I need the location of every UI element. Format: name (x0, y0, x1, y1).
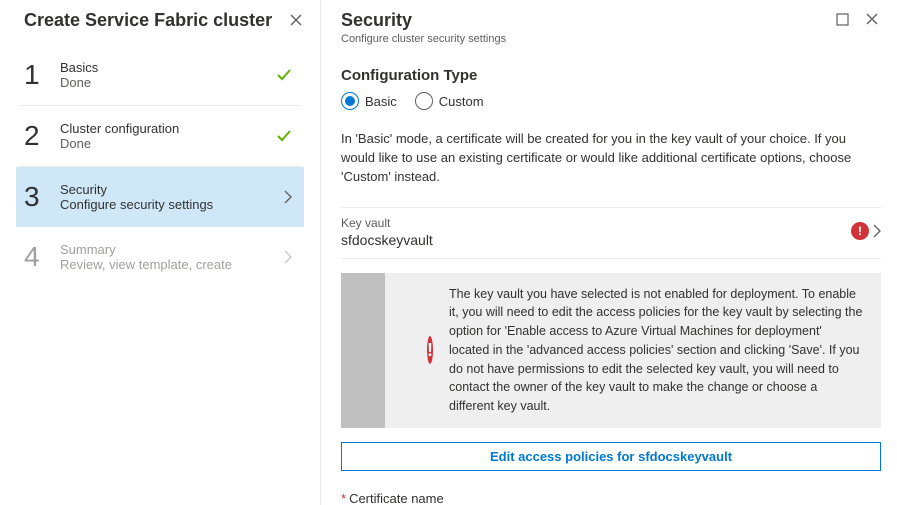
step-number: 1 (24, 59, 60, 91)
wizard-title: Create Service Fabric cluster (24, 10, 286, 31)
radio-dot-icon (341, 92, 359, 110)
close-icon (866, 13, 878, 25)
step-subtitle: Configure security settings (60, 197, 284, 212)
wizard-sidebar: Create Service Fabric cluster 1 Basics D… (0, 0, 321, 505)
wizard-header: Create Service Fabric cluster (0, 0, 320, 37)
step-cluster-configuration[interactable]: 2 Cluster configuration Done (20, 106, 300, 167)
warning-accent (341, 273, 385, 428)
check-icon (276, 67, 292, 83)
error-icon: ! (851, 222, 869, 240)
warning-box: ! The key vault you have selected is not… (341, 273, 881, 428)
detail-pane: Security Configure cluster security sett… (321, 0, 897, 505)
check-icon (276, 128, 292, 144)
configuration-type-heading: Configuration Type (341, 67, 881, 84)
maximize-icon (836, 13, 849, 26)
step-number: 4 (24, 241, 60, 273)
step-security[interactable]: 3 Security Configure security settings (16, 167, 304, 227)
close-button[interactable] (863, 10, 881, 28)
chevron-right-icon (284, 250, 292, 264)
step-subtitle: Done (60, 136, 276, 151)
edit-access-policies-button[interactable]: Edit access policies for sfdocskeyvault (341, 442, 881, 471)
warning-icon: ! (427, 336, 433, 364)
key-vault-selector[interactable]: Key vault sfdocskeyvault ! (341, 207, 881, 248)
step-summary[interactable]: 4 Summary Review, view template, create (20, 227, 300, 287)
wizard-close-button[interactable] (286, 10, 306, 30)
wizard-steps: 1 Basics Done 2 Cluster configuration Do… (0, 37, 320, 287)
radio-label: Custom (439, 94, 484, 109)
close-icon (290, 14, 302, 26)
chevron-right-icon (284, 190, 292, 204)
page-title: Security (341, 10, 833, 31)
step-number: 2 (24, 120, 60, 152)
maximize-button[interactable] (833, 10, 851, 28)
radio-label: Basic (365, 94, 397, 109)
config-type-radio-group: Basic Custom (341, 92, 881, 110)
info-text: In 'Basic' mode, a certificate will be c… (341, 130, 881, 187)
step-title: Security (60, 182, 284, 197)
step-title: Basics (60, 60, 276, 75)
key-vault-label: Key vault (341, 216, 881, 230)
detail-header: Security Configure cluster security sett… (341, 10, 881, 45)
step-title: Summary (60, 242, 284, 257)
radio-dot-icon (415, 92, 433, 110)
certificate-name-label: *Certificate name (341, 491, 881, 505)
step-number: 3 (24, 181, 60, 213)
required-marker: * (341, 491, 346, 505)
step-title: Cluster configuration (60, 121, 276, 136)
key-vault-value: sfdocskeyvault (341, 232, 881, 248)
divider (341, 258, 881, 259)
step-subtitle: Review, view template, create (60, 257, 284, 272)
radio-basic[interactable]: Basic (341, 92, 397, 110)
radio-custom[interactable]: Custom (415, 92, 484, 110)
step-basics[interactable]: 1 Basics Done (20, 45, 300, 106)
step-subtitle: Done (60, 75, 276, 90)
warning-text: The key vault you have selected is not e… (449, 285, 865, 416)
page-subtitle: Configure cluster security settings (341, 33, 833, 45)
chevron-right-icon (873, 224, 881, 238)
